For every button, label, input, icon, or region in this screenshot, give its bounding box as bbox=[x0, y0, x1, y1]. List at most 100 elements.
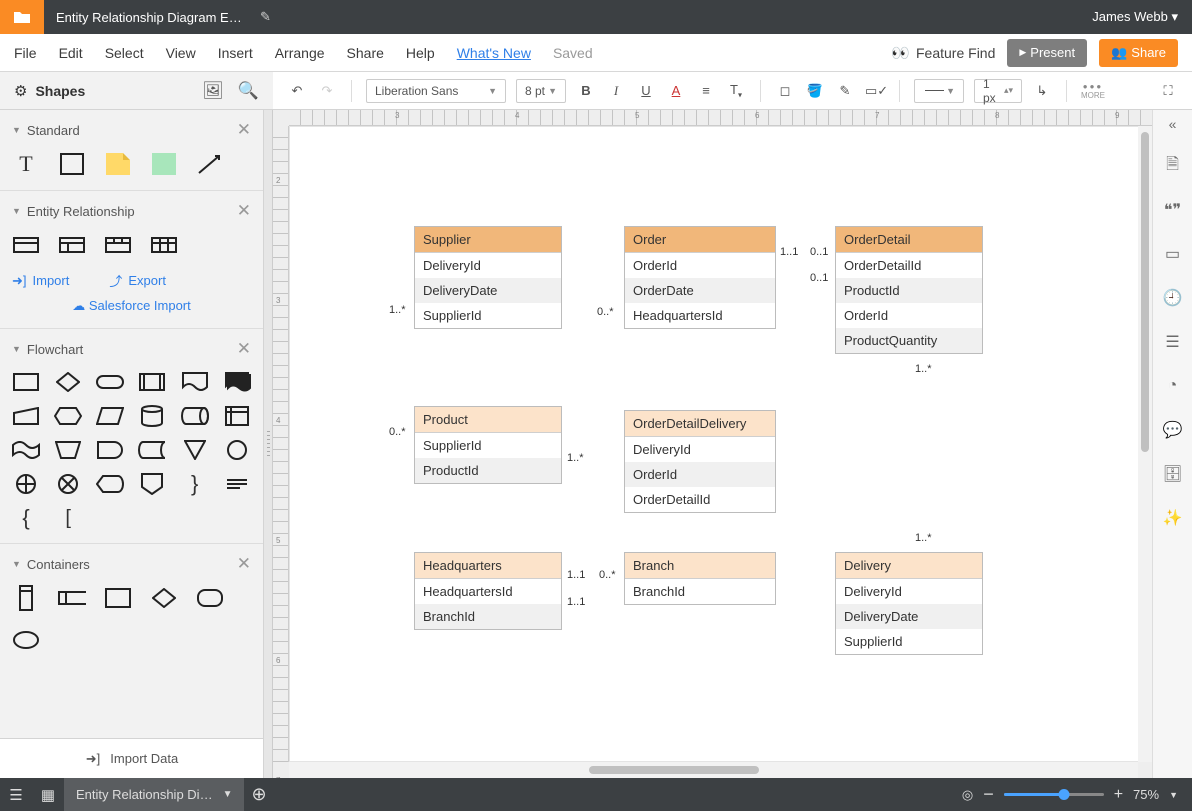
field[interactable]: OrderId bbox=[625, 253, 775, 278]
close-category-icon[interactable]: ✕ bbox=[237, 339, 251, 359]
fc-bracket[interactable]: [ bbox=[54, 507, 82, 529]
align-button[interactable]: ≡ bbox=[696, 83, 716, 98]
import-link[interactable]: ➜]Import bbox=[12, 271, 69, 290]
font-size-select[interactable]: 8 pt▼ bbox=[516, 79, 566, 103]
zoom-in-button[interactable]: + bbox=[1114, 786, 1123, 804]
dock-db-icon[interactable]: 🗄 bbox=[1163, 464, 1183, 484]
fc-summing[interactable] bbox=[54, 473, 82, 495]
field[interactable]: BranchId bbox=[415, 604, 561, 629]
field[interactable]: DeliveryDate bbox=[415, 278, 561, 303]
cont-5[interactable] bbox=[196, 586, 224, 610]
shape-line[interactable] bbox=[196, 152, 224, 176]
category-containers-label[interactable]: Containers bbox=[27, 557, 90, 572]
fc-or[interactable] bbox=[12, 473, 40, 495]
list-view-icon[interactable]: ☰ bbox=[0, 786, 32, 804]
field[interactable]: BranchId bbox=[625, 579, 775, 604]
import-data-button[interactable]: ➜] Import Data bbox=[0, 738, 264, 778]
cont-2[interactable] bbox=[58, 586, 86, 610]
entity-orderdetaildelivery[interactable]: OrderDetailDelivery DeliveryId OrderId O… bbox=[624, 410, 776, 513]
entity-product[interactable]: Product SupplierId ProductId bbox=[414, 406, 562, 484]
search-icon[interactable]: 🔍 bbox=[238, 81, 259, 101]
fc-delay[interactable] bbox=[96, 439, 124, 461]
entity-branch[interactable]: Branch BranchId bbox=[624, 552, 776, 605]
shape-options-button[interactable]: ▭✓ bbox=[865, 83, 885, 99]
chevron-down-icon[interactable]: ▼ bbox=[1169, 790, 1178, 800]
menu-view[interactable]: View bbox=[166, 45, 196, 61]
cont-4[interactable] bbox=[150, 586, 178, 610]
field[interactable]: OrderId bbox=[836, 303, 982, 328]
fc-display[interactable] bbox=[96, 473, 124, 495]
fc-terminator[interactable] bbox=[96, 371, 124, 393]
fc-direct-data[interactable] bbox=[181, 405, 209, 427]
add-page-button[interactable]: ⊕ bbox=[244, 784, 274, 805]
shape-text[interactable]: T bbox=[12, 152, 40, 176]
fc-merge[interactable] bbox=[181, 439, 209, 461]
category-standard-label[interactable]: Standard bbox=[27, 123, 80, 138]
shape-note[interactable] bbox=[104, 152, 132, 176]
fc-manual-input[interactable] bbox=[12, 405, 40, 427]
vertical-scrollbar[interactable] bbox=[1138, 126, 1152, 762]
feature-find[interactable]: 👀 Feature Find bbox=[891, 44, 995, 62]
fc-stored-data[interactable] bbox=[138, 439, 166, 461]
er-shape-3[interactable] bbox=[104, 233, 132, 257]
er-shape-2[interactable] bbox=[58, 233, 86, 257]
er-shape-1[interactable] bbox=[12, 233, 40, 257]
field[interactable]: HeadquartersId bbox=[625, 303, 775, 328]
line-width-select[interactable]: 1 px▴▾ bbox=[974, 79, 1022, 103]
chevron-down-icon[interactable]: ▼ bbox=[223, 789, 232, 800]
redo-button[interactable]: ↷ bbox=[317, 83, 337, 99]
folder-icon[interactable] bbox=[0, 0, 44, 34]
bold-button[interactable]: B bbox=[576, 83, 596, 98]
rename-icon[interactable]: ✎ bbox=[260, 9, 271, 25]
page-tab[interactable]: Entity Relationship Dia… ▼ bbox=[64, 778, 244, 811]
line-style-select[interactable]: ▼ bbox=[914, 79, 964, 103]
fc-predefined[interactable] bbox=[138, 371, 166, 393]
er-shape-4[interactable] bbox=[150, 233, 178, 257]
close-category-icon[interactable]: ✕ bbox=[237, 554, 251, 574]
sync-icon[interactable]: ◎ bbox=[962, 787, 973, 803]
field[interactable]: SupplierId bbox=[415, 433, 561, 458]
dock-magic-icon[interactable]: ✨ bbox=[1163, 508, 1183, 528]
shape-rect[interactable] bbox=[58, 152, 86, 176]
dock-present-icon[interactable]: ▭ bbox=[1163, 244, 1183, 264]
dock-data-icon[interactable]: ◔ bbox=[1163, 376, 1183, 396]
category-flowchart-label[interactable]: Flowchart bbox=[27, 342, 83, 357]
italic-button[interactable]: I bbox=[606, 83, 626, 99]
dock-layers-icon[interactable]: ☰ bbox=[1163, 332, 1183, 352]
salesforce-import-link[interactable]: ☁ Salesforce Import bbox=[12, 298, 251, 314]
dock-comments-icon[interactable]: ❝❞ bbox=[1163, 200, 1183, 220]
shape-box-button[interactable]: ◻ bbox=[775, 83, 795, 99]
fc-paper-tape[interactable] bbox=[12, 439, 40, 461]
close-category-icon[interactable]: ✕ bbox=[237, 201, 251, 221]
dock-page-icon[interactable]: 🗎 bbox=[1163, 156, 1183, 176]
close-category-icon[interactable]: ✕ bbox=[237, 120, 251, 140]
field[interactable]: OrderId bbox=[625, 462, 775, 487]
zoom-value[interactable]: 75% bbox=[1133, 787, 1159, 802]
undo-button[interactable]: ↶ bbox=[287, 83, 307, 99]
field[interactable]: DeliveryDate bbox=[836, 604, 982, 629]
fc-decision[interactable] bbox=[54, 371, 82, 393]
fc-brace-close[interactable]: } bbox=[181, 473, 209, 495]
text-options-button[interactable]: T▾ bbox=[726, 82, 746, 100]
zoom-slider[interactable] bbox=[1004, 793, 1104, 796]
line-arrow-button[interactable]: ↳ bbox=[1032, 83, 1052, 99]
fc-internal-storage[interactable] bbox=[223, 405, 251, 427]
shape-block[interactable] bbox=[150, 152, 178, 176]
left-panel-splitter[interactable] bbox=[264, 110, 273, 778]
menu-arrange[interactable]: Arrange bbox=[275, 45, 325, 61]
fc-preparation[interactable] bbox=[54, 405, 82, 427]
grid-view-icon[interactable]: ▦ bbox=[32, 786, 64, 804]
document-title[interactable]: Entity Relationship Diagram Exa… bbox=[44, 10, 254, 25]
user-menu[interactable]: James Webb ▾ bbox=[1078, 9, 1192, 25]
entity-headquarters[interactable]: Headquarters HeadquartersId BranchId bbox=[414, 552, 562, 630]
fc-note[interactable] bbox=[223, 473, 251, 495]
fc-database[interactable] bbox=[138, 405, 166, 427]
entity-supplier[interactable]: Supplier DeliveryId DeliveryDate Supplie… bbox=[414, 226, 562, 329]
underline-button[interactable]: U bbox=[636, 83, 656, 98]
field[interactable]: OrderDetailId bbox=[625, 487, 775, 512]
font-family-select[interactable]: Liberation Sans▼ bbox=[366, 79, 506, 103]
category-er-label[interactable]: Entity Relationship bbox=[27, 204, 135, 219]
menu-edit[interactable]: Edit bbox=[59, 45, 83, 61]
field[interactable]: OrderDetailId bbox=[836, 253, 982, 278]
fc-multidoc[interactable] bbox=[223, 371, 251, 393]
